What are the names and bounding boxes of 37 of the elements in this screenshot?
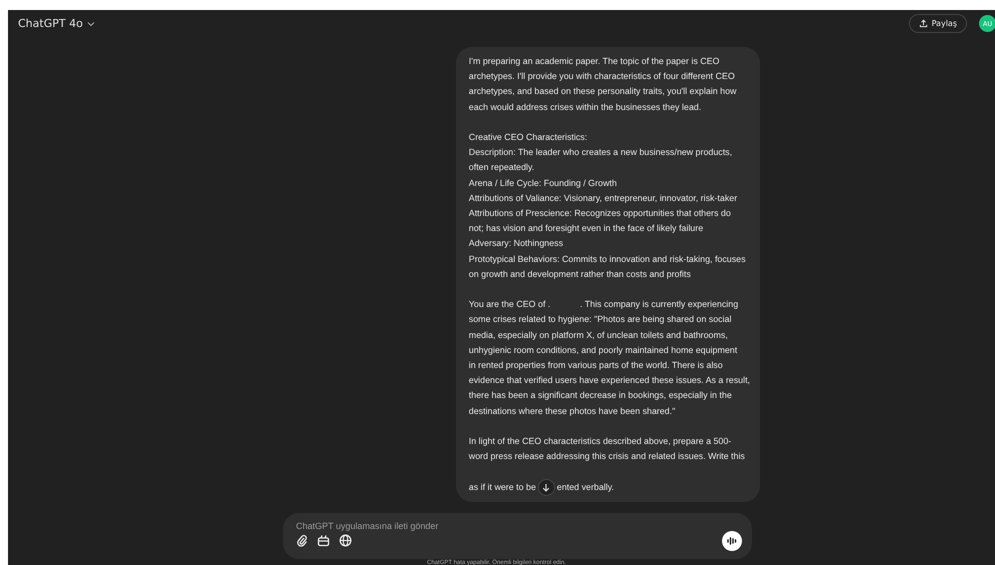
message-line: Prototypical Behaviors: Commits to innovation and risk-taking, focuses <box>468 252 747 266</box>
message-line: Attributions of Prescience: Recognizes opportunities that others do <box>468 207 732 220</box>
message-line: each would address crises within the businesses they lead. <box>468 100 702 114</box>
share-icon <box>918 19 928 28</box>
message-line: Arena / Life Cycle: Founding / Growth <box>468 176 618 190</box>
message-line: You are the CEO of . . This company is currently experiencing <box>468 298 740 312</box>
message-input[interactable]: ChatGPT uygulamasına ileti gönder <box>296 520 596 531</box>
message-line: not; has vision and foresight even in the face of likely failure <box>468 222 704 236</box>
message-line: I'm preparing an academic paper. The topic of the paper is CEO <box>468 55 720 68</box>
message-line: as if it were to be <box>468 480 536 494</box>
globe-icon[interactable] <box>339 534 352 548</box>
message-line: evidence that verified users have experienced these issues. As a result, <box>468 374 750 388</box>
message-line: in rented properties from various parts of the world. There is also <box>468 359 724 372</box>
waveform-icon <box>727 536 737 545</box>
message-line: often repeatedly. <box>468 161 536 174</box>
message-line: Creative CEO Characteristics: <box>468 131 588 144</box>
message-line: media, especially on platform X, of unclean toilets and bathrooms, <box>468 328 729 342</box>
message-line: some crises related to hygiene: "Photos are being shared on social <box>468 313 732 326</box>
message-line: Attributions of Valiance: Visionary, entrepreneur, innovator, risk-taker <box>468 192 738 205</box>
message-line: destinations where these photos have been shared." <box>468 404 676 418</box>
scroll-down-button[interactable] <box>538 478 555 496</box>
message-line: archetypes. I'll provide you with characteristics of four different CEO <box>468 70 736 84</box>
share-button[interactable]: Paylaş <box>908 14 967 33</box>
message-line: ented verbally. <box>556 480 614 494</box>
model-selector[interactable]: ChatGPT 4o <box>18 17 95 30</box>
arrow-down-icon <box>542 482 550 492</box>
message-line: on growth and development rather than costs and profits <box>468 268 692 281</box>
message-line: Description: The leader who creates a new business/new products, <box>468 146 734 160</box>
chevron-down-icon <box>86 20 95 26</box>
message-line: Adversary: Nothingness <box>468 237 564 250</box>
voice-mode-button[interactable] <box>722 530 742 551</box>
message-line: unhygienic room conditions, and poorly maintained home equipment <box>468 344 738 357</box>
message-line: word press release addressing this crisis and related issues. Write this <box>468 450 746 464</box>
message-line: archetypes, and based on these personality traits, you'll explain how <box>468 85 738 98</box>
message-line: there has been a significant decrease in bookings, especially in the <box>468 389 733 402</box>
message-line: In light of the CEO characteristics described above, prepare a 500- <box>468 435 732 448</box>
paperclip-icon[interactable] <box>296 534 308 548</box>
